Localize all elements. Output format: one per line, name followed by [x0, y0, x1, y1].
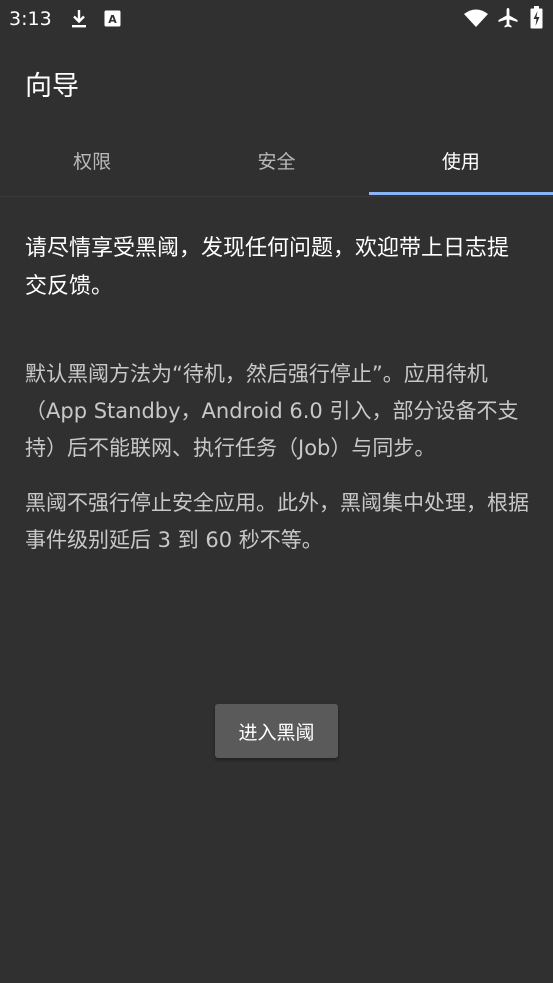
usage-content: 请尽情享受黑阈，发现任何问题，欢迎带上日志提交反馈。 默认黑阈方法为“待机，然后…	[25, 230, 530, 559]
tab-permissions[interactable]: 权限	[0, 126, 184, 194]
tab-label: 安全	[257, 150, 296, 173]
status-time: 3:13	[9, 8, 52, 30]
safe-apps-description: 黑阈不强行停止安全应用。此外，黑阈集中处理，根据事件级别延后 3 到 60 秒不…	[25, 491, 529, 552]
airplane-icon	[498, 8, 518, 28]
status-bar: 3:13 A	[0, 0, 553, 38]
tab-indicator	[368, 192, 553, 195]
download-icon	[72, 10, 86, 28]
wifi-icon	[464, 9, 488, 27]
enter-button[interactable]: 进入黑阈	[215, 704, 338, 758]
battery-icon	[530, 6, 543, 29]
intro-text: 请尽情享受黑阈，发现任何问题，欢迎带上日志提交反馈。	[25, 236, 510, 299]
tab-label: 权限	[73, 150, 112, 173]
tab-usage[interactable]: 使用	[368, 126, 553, 195]
tab-security[interactable]: 安全	[184, 126, 368, 194]
page-title: 向导	[25, 71, 79, 102]
tab-label: 使用	[441, 150, 480, 173]
svg-text:A: A	[108, 13, 117, 26]
notification-a-icon: A	[104, 10, 121, 27]
tab-bar: 权限 安全 使用	[0, 126, 553, 197]
method-description: 默认黑阈方法为“待机，然后强行停止”。应用待机（App Standby，Andr…	[25, 362, 519, 460]
